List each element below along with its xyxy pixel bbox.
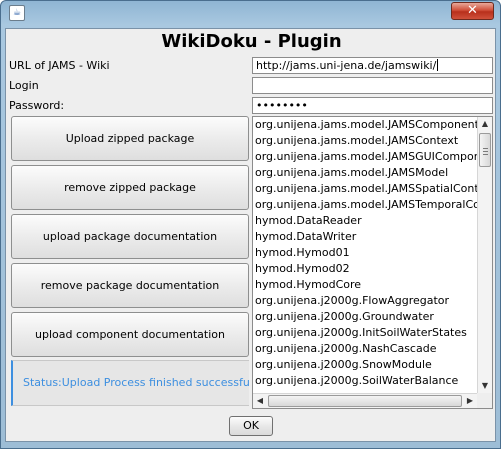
java-cup-icon[interactable]: ☕ (9, 5, 25, 21)
close-button[interactable]: ✕ (451, 2, 494, 20)
list-item[interactable]: hymod.Hymod02 (253, 261, 477, 277)
remove-zipped-package-button[interactable]: remove zipped package (11, 165, 249, 210)
scroll-right-arrow-icon[interactable]: ▶ (463, 394, 477, 408)
list-item[interactable]: hymod.DataReader (253, 213, 477, 229)
page-title: WikiDoku - Plugin (161, 31, 342, 52)
scroll-corner (477, 393, 492, 408)
list-item[interactable]: hymod.HymodCore (253, 277, 477, 293)
scroll-left-arrow-icon[interactable]: ◀ (253, 394, 267, 408)
grip-line (483, 151, 488, 152)
password-field[interactable]: •••••••• (252, 97, 493, 114)
text-caret (437, 59, 439, 71)
remove-package-documentation-button[interactable]: remove package documentation (11, 263, 249, 308)
login-label: Login (9, 79, 39, 92)
login-field[interactable] (252, 77, 493, 94)
url-label: URL of JAMS - Wiki (9, 59, 110, 72)
list-item[interactable]: hymod.Hymod01 (253, 245, 477, 261)
list-item[interactable]: org.unijena.jams.model.JAMSModel (253, 165, 477, 181)
list-item[interactable]: org.unijena.jams.model.JAMSGUIComponent (253, 149, 477, 165)
list-item[interactable]: org.unijena.jams.model.JAMSContext (253, 133, 477, 149)
status-label: Status:Upload Process finished successfu… (11, 360, 249, 406)
vertical-scroll-thumb[interactable] (479, 133, 491, 167)
list-item[interactable]: org.unijena.jams.model.JAMSSpatialContex… (253, 181, 477, 197)
list-item[interactable]: org.unijena.j2000g.NashCascade (253, 341, 477, 357)
url-value: http://jams.uni-jena.de/jamswiki/ (256, 59, 437, 72)
component-list-items[interactable]: org.unijena.jams.model.JAMSComponent org.… (253, 117, 477, 393)
plugin-panel: WikiDoku - Plugin URL of JAMS - Wiki htt… (5, 28, 496, 442)
list-item[interactable]: org.unijena.j2000g.Groundwater (253, 309, 477, 325)
horizontal-scroll-thumb[interactable] (268, 395, 462, 407)
title-bar[interactable]: ☕ ✕ (1, 1, 500, 25)
list-item[interactable]: org.unijena.jams.model.JAMSComponent (253, 117, 477, 133)
upload-component-documentation-button[interactable]: upload component documentation (11, 312, 249, 357)
component-list[interactable]: org.unijena.jams.model.JAMSComponent org.… (252, 116, 493, 409)
upload-package-documentation-button[interactable]: upload package documentation (11, 214, 249, 259)
ok-button[interactable]: OK (229, 416, 273, 436)
list-item[interactable]: org.unijena.j2000g.InitSoilWaterStates (253, 325, 477, 341)
grip-line (483, 154, 488, 155)
list-item[interactable]: hymod.DataWriter (253, 229, 477, 245)
app-window: ☕ ✕ WikiDoku - Plugin URL of JAMS - Wiki… (0, 0, 501, 449)
password-label: Password: (9, 99, 65, 112)
vertical-scrollbar[interactable]: ▲ ▼ (477, 117, 492, 393)
list-item[interactable]: org.unijena.j2000g.SnowModule (253, 357, 477, 373)
scroll-down-arrow-icon[interactable]: ▼ (478, 379, 492, 393)
list-item[interactable]: org.unijena.j2000g.FlowAggregator (253, 293, 477, 309)
url-field[interactable]: http://jams.uni-jena.de/jamswiki/ (252, 57, 493, 74)
scroll-up-arrow-icon[interactable]: ▲ (478, 117, 492, 131)
list-item[interactable]: org.unijena.jams.model.JAMSTemporalConte… (253, 197, 477, 213)
grip-line (483, 148, 488, 149)
list-item[interactable]: org.unijena.j2000g.SoilWaterBalance (253, 373, 477, 389)
horizontal-scrollbar[interactable]: ◀ ▶ (253, 393, 477, 408)
upload-zipped-package-button[interactable]: Upload zipped package (11, 116, 249, 161)
